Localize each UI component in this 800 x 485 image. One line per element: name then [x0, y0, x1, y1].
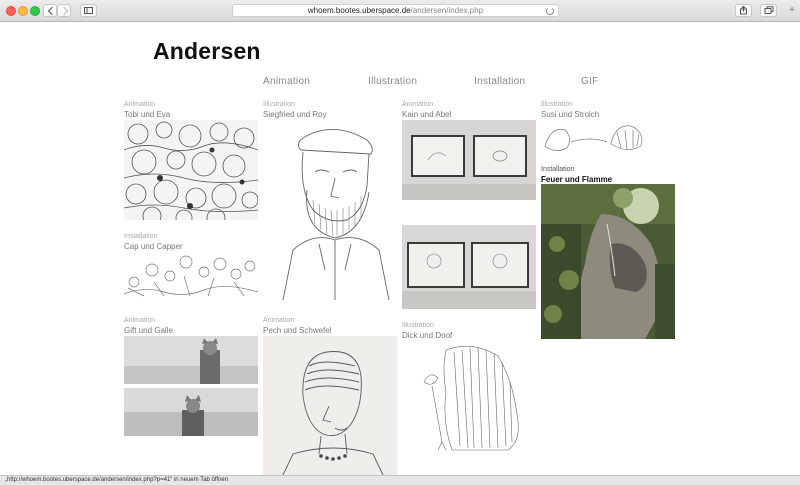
url-host: whoem.bootes.uberspace.de: [307, 6, 411, 15]
work-title: Siegfried und Roy: [263, 110, 327, 119]
nav-installation[interactable]: Installation: [474, 76, 525, 87]
work-category: Animation: [124, 101, 156, 108]
nav-illustration[interactable]: Illustration: [368, 76, 417, 87]
thumbnail-dick-und-doof[interactable]: [402, 342, 536, 452]
thumbnail-tobi-und-eva[interactable]: [124, 120, 258, 220]
thumbnail-cap-und-capper[interactable]: [124, 252, 258, 300]
work-caption-feuer-und-flamme[interactable]: Installation Feuer und Flamme: [541, 165, 612, 184]
nav-animation[interactable]: Animation: [263, 76, 310, 87]
thumbnail-pech-und-schwefel[interactable]: [263, 336, 397, 475]
chevron-right-icon: [59, 6, 69, 16]
minimize-window-button[interactable]: [18, 6, 28, 16]
thumbnail-siegfried-und-roy[interactable]: [263, 120, 397, 300]
work-title: Kain und Abel: [402, 110, 452, 119]
status-link-text: „http://whoem.bootes.uberspace.de/anders…: [5, 477, 229, 483]
tabs-button[interactable]: [760, 4, 777, 17]
work-category: Illustration: [402, 322, 434, 329]
work-caption-kain-und-abel[interactable]: Animation Kain und Abel: [402, 100, 451, 119]
thumbnail-gift-und-galle-2[interactable]: [124, 388, 258, 436]
forward-button[interactable]: [57, 4, 71, 17]
zoom-window-button[interactable]: [30, 6, 40, 16]
tabs-overview-icon: [764, 6, 774, 14]
thumbnail-feuer-und-flamme[interactable]: [541, 184, 675, 339]
close-window-button[interactable]: [6, 6, 16, 16]
browser-toolbar: whoem.bootes.uberspace.de/andersen/index…: [0, 0, 800, 22]
work-caption-pech-und-schwefel[interactable]: Animation Pech und Schwefel: [263, 316, 332, 335]
work-category: Illustration: [263, 101, 295, 108]
work-title: Dick und Doof: [402, 331, 453, 340]
reload-icon[interactable]: [546, 7, 554, 15]
work-caption-cap-und-capper[interactable]: Installation Cap und Capper: [124, 232, 183, 251]
work-category: Animation: [263, 317, 295, 324]
address-bar[interactable]: whoem.bootes.uberspace.de/andersen/index…: [232, 4, 559, 17]
work-caption-susi-und-strolch[interactable]: Illustration Susi und Strolch: [541, 100, 599, 119]
work-title: Feuer und Flamme: [541, 175, 613, 184]
work-caption-dick-und-doof[interactable]: Illustration Dick und Doof: [402, 321, 452, 340]
work-title: Cap und Capper: [124, 242, 183, 251]
thumbnail-susi-und-strolch[interactable]: [541, 120, 648, 154]
work-caption-tobi-und-eva[interactable]: Animation Tobi und Eva: [124, 100, 170, 119]
work-title: Pech und Schwefel: [263, 326, 332, 335]
work-title: Susi und Strolch: [541, 110, 600, 119]
sidebar-icon: [84, 7, 93, 14]
chevron-left-icon: [47, 6, 57, 16]
thumbnail-gift-und-galle-1[interactable]: [124, 336, 258, 384]
work-caption-gift-und-galle[interactable]: Animation Gift und Galle: [124, 316, 173, 335]
new-tab-icon[interactable]: +: [786, 5, 798, 17]
thumbnail-kain-und-abel-1[interactable]: [402, 120, 536, 200]
work-category: Illustration: [541, 101, 573, 108]
work-category: Animation: [402, 101, 434, 108]
share-icon: [740, 5, 747, 15]
work-category: Animation: [124, 317, 156, 324]
thumbnail-kain-und-abel-2[interactable]: [402, 225, 536, 309]
status-bar: „http://whoem.bootes.uberspace.de/anders…: [0, 475, 800, 485]
share-button[interactable]: [735, 4, 752, 17]
work-title: Gift und Galle: [124, 326, 173, 335]
work-caption-siegfried-und-roy[interactable]: Illustration Siegfried und Roy: [263, 100, 327, 119]
sidebar-button[interactable]: [80, 4, 97, 17]
site-title[interactable]: Andersen: [153, 38, 261, 65]
work-category: Installation: [124, 233, 158, 240]
work-title: Tobi und Eva: [124, 110, 171, 119]
work-category: Installation: [541, 166, 575, 173]
back-button[interactable]: [43, 4, 57, 17]
url-path: /andersen/index.php: [410, 6, 484, 15]
nav-gif[interactable]: GIF: [581, 76, 599, 87]
